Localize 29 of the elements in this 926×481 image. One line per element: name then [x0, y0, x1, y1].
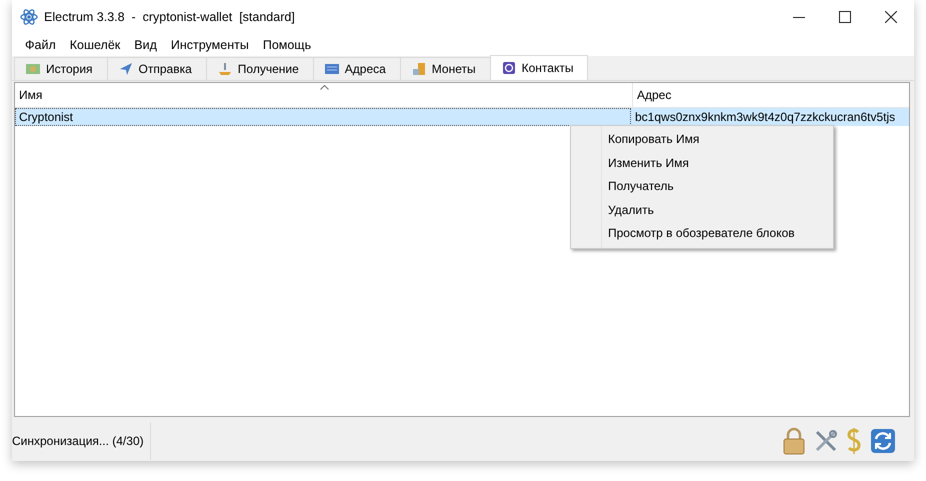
coins-icon: [410, 61, 427, 77]
card-icon: [324, 61, 340, 77]
tab[interactable]: История: [14, 57, 108, 80]
menu-item[interactable]: Копировать Имя: [571, 128, 833, 152]
paper-plane-icon: [118, 61, 134, 77]
menu-item[interactable]: Инструменты: [164, 38, 256, 52]
banknote-icon: [25, 61, 41, 77]
atom-icon: [20, 8, 38, 26]
status-text: Синхронизация... (4/30): [12, 422, 151, 460]
table-row[interactable]: Cryptonist bc1qws0znx9knkm3wk9t4z0q7zzkckucran6tv5tjs: [15, 108, 909, 126]
tab[interactable]: Контакты: [490, 55, 588, 80]
refresh-icon[interactable]: [870, 428, 896, 454]
tools-icon[interactable]: [814, 429, 838, 453]
column-header[interactable]: Адрес: [633, 83, 672, 107]
menu-item[interactable]: Кошелёк: [62, 38, 128, 52]
menu-item[interactable]: Удалить: [571, 198, 833, 222]
menu-item[interactable]: Помощь: [256, 38, 318, 52]
column-header[interactable]: Имя: [15, 83, 633, 107]
menu-item[interactable]: Изменить Имя: [571, 152, 833, 175]
tray-icon: [216, 61, 233, 77]
menu-item[interactable]: Вид: [127, 38, 164, 52]
padlock-icon[interactable]: [782, 427, 806, 455]
menu-item[interactable]: Файл: [18, 38, 63, 52]
window-title: Electrum 3.3.8 - cryptonist-wallet [standard]: [44, 10, 295, 24]
maximize-icon[interactable]: [839, 10, 851, 22]
sort-indicator-icon: [320, 85, 329, 90]
menu-item[interactable]: Получатель: [571, 175, 833, 198]
menu-item[interactable]: Просмотр в обозревателе блоков: [571, 222, 833, 246]
close-icon[interactable]: [885, 10, 897, 22]
